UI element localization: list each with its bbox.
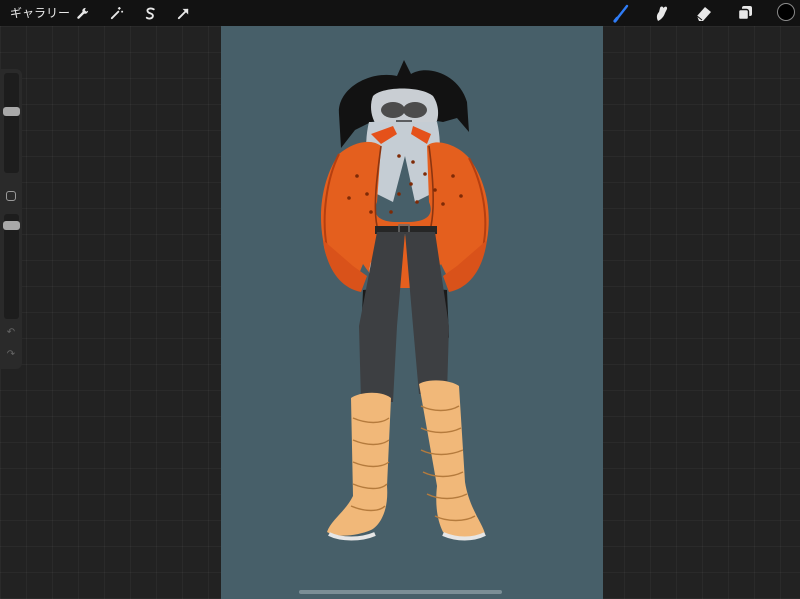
character-illustration [320,60,489,541]
transform-arrow-icon[interactable] [173,3,193,23]
modify-square-icon[interactable] [6,191,16,201]
left-sidebar: ↶ ↷ [0,69,22,369]
color-picker-swatch[interactable] [777,3,795,21]
top-toolbar: ギャラリー [0,0,800,26]
boot-right [419,380,485,538]
brush-size-slider[interactable] [4,73,19,173]
gallery-button[interactable]: ギャラリー [10,5,70,21]
home-indicator [299,590,502,594]
layers-icon[interactable] [734,2,756,24]
opacity-thumb[interactable] [3,221,20,230]
left-eye [381,102,405,118]
selection-icon[interactable] [140,3,160,23]
undo-icon[interactable]: ↶ [5,327,17,339]
drawing-canvas[interactable] [221,26,603,599]
redo-icon[interactable]: ↷ [5,349,17,361]
wrench-icon[interactable] [72,3,92,23]
right-eye [403,102,427,118]
brush-size-thumb[interactable] [3,107,20,116]
magic-wand-icon[interactable] [106,3,126,23]
smudge-icon[interactable] [651,2,673,24]
eraser-icon[interactable] [693,2,715,24]
brush-icon[interactable] [611,2,633,24]
